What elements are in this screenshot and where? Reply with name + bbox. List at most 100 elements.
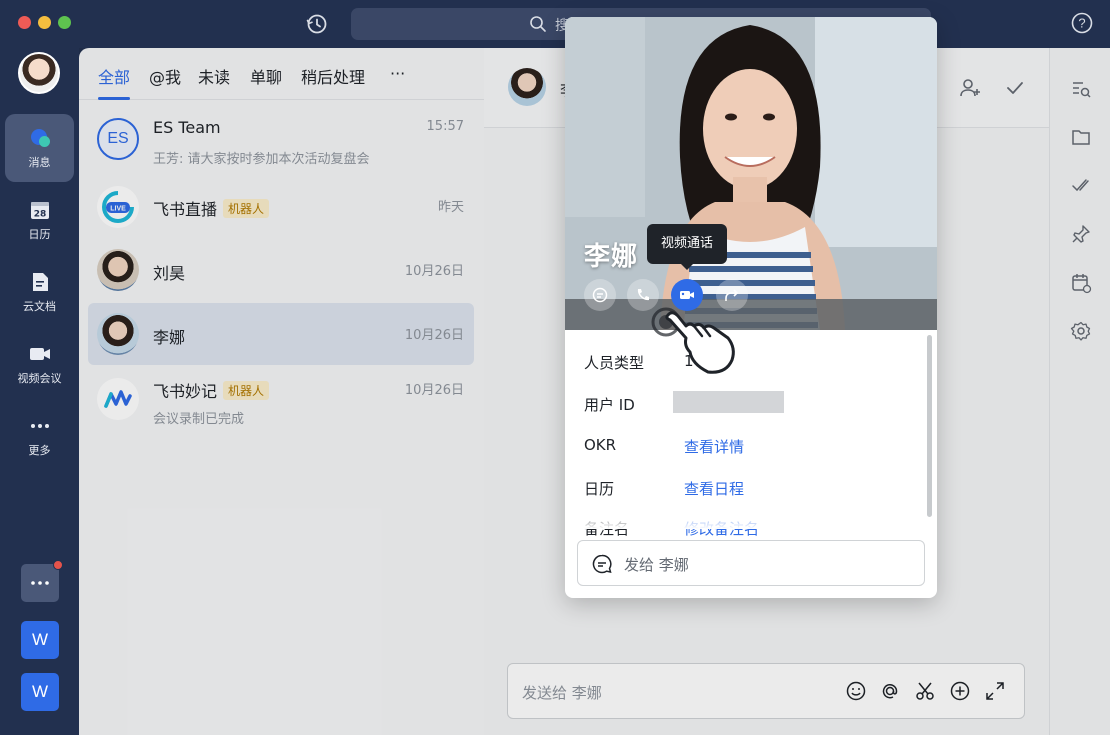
app-shortcut-w-1[interactable]: W xyxy=(21,621,59,659)
notification-dot xyxy=(53,560,63,570)
minimize-window-button[interactable] xyxy=(38,16,51,29)
ellipsis-icon xyxy=(31,581,49,585)
my-avatar[interactable] xyxy=(18,52,60,94)
chat-list-panel: 全部 @我 未读 单聊 稍后处理 ··· ES ES Team 王芳: 请大家按… xyxy=(79,48,484,735)
folder-icon[interactable] xyxy=(1070,126,1092,148)
profile-name: 李娜 xyxy=(584,242,639,272)
composer-placeholder: 发送给 李娜 xyxy=(522,684,602,702)
svg-text:?: ? xyxy=(1078,16,1085,31)
bot-badge: 机器人 xyxy=(223,381,270,400)
task-check-icon[interactable] xyxy=(1070,174,1092,196)
info-label-user-id: 用户 ID xyxy=(584,396,635,414)
conversation-name: ES Team xyxy=(153,118,221,137)
conversation-name-text: 飞书妙记 xyxy=(153,382,218,401)
add-member-icon[interactable] xyxy=(958,76,982,100)
minutes-icon xyxy=(104,390,132,408)
profile-cover: 李娜 视频通话 xyxy=(565,17,937,330)
calendar-view-schedule-link[interactable]: 查看日程 xyxy=(684,478,744,499)
message-icon xyxy=(592,287,608,303)
okr-view-details-link[interactable]: 查看详情 xyxy=(684,436,744,457)
search-icon xyxy=(530,16,546,32)
user-avatar xyxy=(97,249,139,291)
send-message-placeholder: 发给 李娜 xyxy=(624,556,689,574)
tab-mentions[interactable]: @我 xyxy=(149,64,181,88)
info-label-okr: OKR xyxy=(584,436,617,454)
hand-cursor-icon xyxy=(651,307,735,374)
history-icon[interactable] xyxy=(304,11,330,37)
title-bar: 搜 ? xyxy=(0,0,1110,48)
conversation-preview: 会议录制已完成 xyxy=(153,412,245,427)
phone-icon xyxy=(637,289,649,301)
mention-icon[interactable] xyxy=(879,680,901,702)
tab-unread[interactable]: 未读 xyxy=(198,64,230,88)
rail-item-docs[interactable]: 云文档 xyxy=(5,258,74,326)
chat-filter-tabs: 全部 @我 未读 单聊 稍后处理 ··· xyxy=(79,48,484,100)
scissors-icon[interactable] xyxy=(914,680,936,702)
list-item[interactable]: ES ES Team 王芳: 请大家按时参加本次活动复盘会 15:57 xyxy=(88,108,474,170)
scroll-fade xyxy=(565,511,937,529)
app-shortcut-w-2[interactable]: W xyxy=(21,673,59,711)
profile-scrollbar[interactable] xyxy=(927,335,932,517)
tab-direct[interactable]: 单聊 xyxy=(250,64,282,88)
conversation-name: 李娜 xyxy=(153,328,186,347)
rail-item-video-meeting[interactable]: 视频会议 xyxy=(5,330,74,398)
tab-more[interactable]: ··· xyxy=(390,64,405,83)
chat-partner-avatar[interactable] xyxy=(508,68,546,106)
info-label-person-type: 人员类型 xyxy=(584,354,645,372)
live-avatar-text: LIVE xyxy=(110,206,126,213)
live-icon: LIVE xyxy=(102,191,134,223)
message-composer[interactable]: 发送给 李娜 xyxy=(507,663,1025,719)
rail-item-more[interactable]: 更多 xyxy=(5,402,74,470)
done-check-icon[interactable] xyxy=(1003,76,1027,100)
conversation-preview: 王芳: 请大家按时参加本次活动复盘会 xyxy=(153,152,370,167)
bot-badge: 机器人 xyxy=(223,199,270,218)
rail-label: 消息 xyxy=(28,156,51,169)
conversation-name: 飞书妙记 机器人 xyxy=(153,378,270,402)
conversation-time: 10月26日 xyxy=(404,383,464,398)
list-item-selected[interactable]: 李娜 10月26日 xyxy=(88,303,474,365)
schedule-icon[interactable] xyxy=(1070,272,1092,294)
list-item[interactable]: LIVE 飞书直播 机器人 昨天 xyxy=(88,176,474,238)
rail-label: 更多 xyxy=(28,444,51,457)
conversation-time: 10月26日 xyxy=(404,264,464,279)
conversation-time: 10月26日 xyxy=(404,328,464,343)
list-item[interactable]: 刘昊 10月26日 xyxy=(88,239,474,301)
more-dots-icon xyxy=(30,424,49,428)
tab-all[interactable]: 全部 xyxy=(98,64,130,88)
rail-label: 视频会议 xyxy=(17,372,62,385)
rail-item-calendar[interactable]: 28 日历 xyxy=(5,186,74,254)
close-window-button[interactable] xyxy=(18,16,31,29)
send-message-input[interactable]: 发给 李娜 xyxy=(577,540,925,586)
calendar-day-number: 28 xyxy=(33,210,46,220)
add-circle-icon[interactable] xyxy=(949,680,971,702)
tab-later[interactable]: 稍后处理 xyxy=(301,64,365,88)
message-button[interactable] xyxy=(584,279,616,311)
help-icon[interactable]: ? xyxy=(1070,11,1094,35)
right-toolbar xyxy=(1049,48,1110,735)
video-call-tooltip: 视频通话 xyxy=(647,224,728,270)
chat-bubble-icon xyxy=(30,129,50,147)
share-icon xyxy=(725,289,739,301)
list-item[interactable]: 飞书妙记 机器人 会议录制已完成 10月26日 xyxy=(88,368,474,430)
maximize-window-button[interactable] xyxy=(58,16,71,29)
settings-gear-icon[interactable] xyxy=(1070,320,1092,342)
active-tab-indicator xyxy=(98,97,130,100)
rail-label: 云文档 xyxy=(23,300,56,313)
app-launcher-button[interactable] xyxy=(21,560,63,602)
rail-item-messages[interactable]: 消息 xyxy=(5,114,74,182)
conversation-time: 15:57 xyxy=(426,119,464,134)
profile-photo xyxy=(565,17,937,330)
profile-card: 李娜 视频通话 人员类型 1 用户 ID OKR 查看详情 日历 查看日程 备注… xyxy=(565,17,937,598)
conversation-name-text: 飞书直播 xyxy=(153,200,218,219)
video-camera-icon xyxy=(29,348,50,360)
pin-icon[interactable] xyxy=(1070,223,1092,245)
conversation-name: 飞书直播 机器人 xyxy=(153,196,270,220)
conversation-time: 昨天 xyxy=(437,200,464,215)
expand-icon[interactable] xyxy=(984,680,1006,702)
emoji-icon[interactable] xyxy=(845,680,867,702)
conversation-name: 刘昊 xyxy=(153,264,186,283)
live-bot-avatar: LIVE xyxy=(97,186,139,228)
search-history-icon[interactable] xyxy=(1070,78,1092,100)
group-avatar: ES xyxy=(97,118,139,160)
info-label-calendar: 日历 xyxy=(584,480,615,498)
